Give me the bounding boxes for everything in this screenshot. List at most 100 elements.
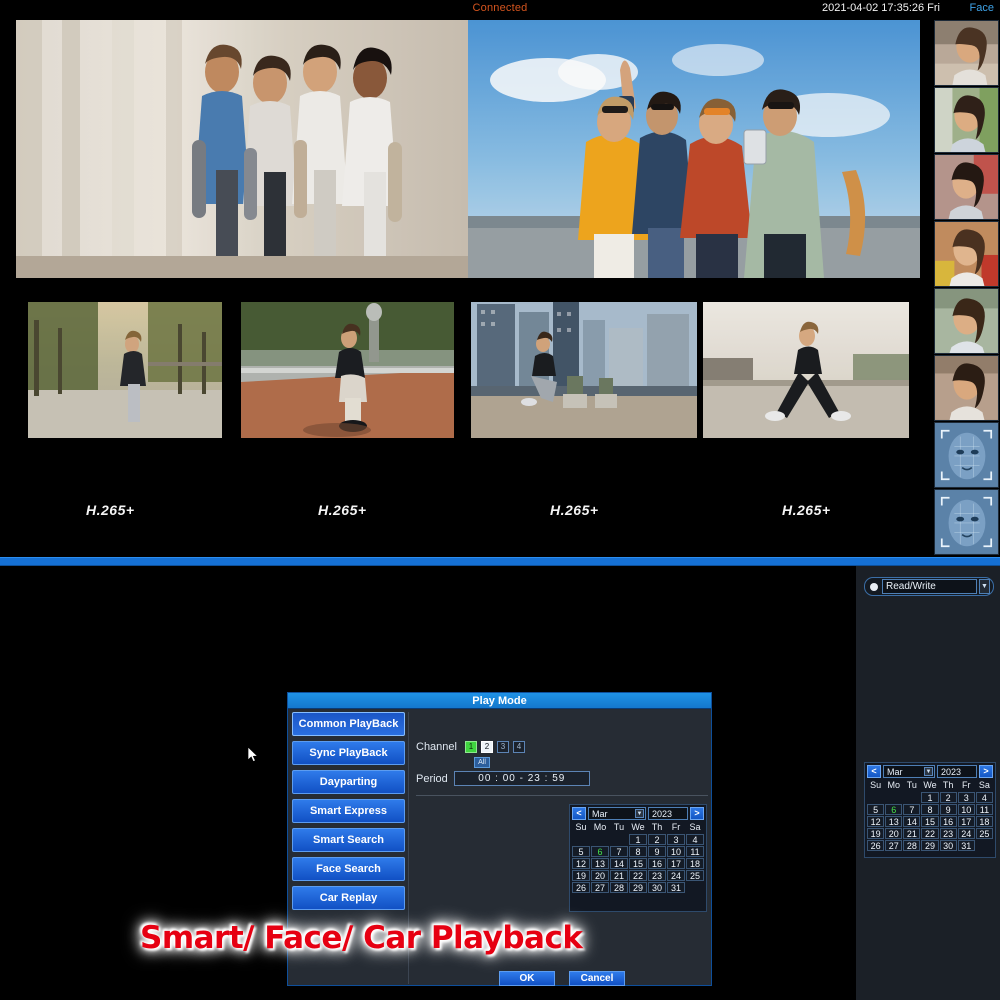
channel-checkbox-1[interactable]: 1 bbox=[465, 741, 477, 753]
channel-checkbox-2[interactable]: 2 bbox=[481, 741, 493, 753]
mode-button-smart-search[interactable]: Smart Search bbox=[292, 828, 405, 852]
calendar-day-20[interactable]: 20 bbox=[591, 870, 609, 881]
calendar-day-16[interactable]: 16 bbox=[940, 816, 957, 827]
period-input[interactable]: 00 : 00 - 23 : 59 bbox=[454, 771, 590, 786]
calendar-next-button[interactable]: > bbox=[690, 807, 704, 820]
calendar-month-select[interactable]: Mar ▼ bbox=[883, 765, 935, 778]
calendar-day-5[interactable]: 5 bbox=[572, 846, 590, 857]
calendar-day-15[interactable]: 15 bbox=[921, 816, 938, 827]
calendar-day-10[interactable]: 10 bbox=[958, 804, 975, 815]
calendar-day-4[interactable]: 4 bbox=[976, 792, 993, 803]
calendar-day-22[interactable]: 22 bbox=[629, 870, 647, 881]
calendar-day-31[interactable]: 31 bbox=[958, 840, 975, 851]
chevron-down-icon[interactable]: ▼ bbox=[635, 809, 644, 818]
calendar-day-4[interactable]: 4 bbox=[686, 834, 704, 845]
calendar-day-26[interactable]: 26 bbox=[572, 882, 590, 893]
calendar-day-14[interactable]: 14 bbox=[610, 858, 628, 869]
calendar-day-12[interactable]: 12 bbox=[867, 816, 884, 827]
calendar-day-26[interactable]: 26 bbox=[867, 840, 884, 851]
calendar-day-23[interactable]: 23 bbox=[940, 828, 957, 839]
dialog-calendar[interactable]: < Mar ▼ 2023 > SuMoTuWeThFrSa12345678910… bbox=[569, 804, 707, 912]
calendar-month-select[interactable]: Mar ▼ bbox=[588, 807, 646, 820]
calendar-day-1[interactable]: 1 bbox=[921, 792, 938, 803]
calendar-day-10[interactable]: 10 bbox=[667, 846, 685, 857]
calendar-day-17[interactable]: 17 bbox=[667, 858, 685, 869]
calendar-day-30[interactable]: 30 bbox=[648, 882, 666, 893]
video-pane-channel-3[interactable] bbox=[28, 302, 222, 438]
calendar-day-29[interactable]: 29 bbox=[629, 882, 647, 893]
channel-all-button[interactable]: All bbox=[474, 757, 490, 768]
calendar-day-11[interactable]: 11 bbox=[686, 846, 704, 857]
calendar-day-27[interactable]: 27 bbox=[885, 840, 902, 851]
calendar-day-17[interactable]: 17 bbox=[958, 816, 975, 827]
calendar-year-value[interactable]: 2023 bbox=[648, 807, 688, 820]
calendar-day-28[interactable]: 28 bbox=[903, 840, 920, 851]
calendar-day-9[interactable]: 9 bbox=[648, 846, 666, 857]
calendar-day-7[interactable]: 7 bbox=[610, 846, 628, 857]
calendar-day-18[interactable]: 18 bbox=[976, 816, 993, 827]
ok-button[interactable]: OK bbox=[499, 971, 555, 986]
mode-button-car-replay[interactable]: Car Replay bbox=[292, 886, 405, 910]
mode-button-smart-express[interactable]: Smart Express bbox=[292, 799, 405, 823]
calendar-day-20[interactable]: 20 bbox=[885, 828, 902, 839]
calendar-day-21[interactable]: 21 bbox=[903, 828, 920, 839]
video-pane-channel-2[interactable] bbox=[468, 20, 920, 278]
calendar-prev-button[interactable]: < bbox=[867, 765, 881, 778]
sidebar-calendar[interactable]: < Mar ▼ 2023 > SuMoTuWeThFrSa12345678910… bbox=[864, 762, 996, 858]
calendar-day-24[interactable]: 24 bbox=[667, 870, 685, 881]
mode-button-dayparting[interactable]: Dayparting bbox=[292, 770, 405, 794]
face-thumb-1[interactable] bbox=[934, 20, 999, 86]
calendar-day-27[interactable]: 27 bbox=[591, 882, 609, 893]
mode-button-sync-playback[interactable]: Sync PlayBack bbox=[292, 741, 405, 765]
face-thumb-6[interactable] bbox=[934, 355, 999, 421]
calendar-day-22[interactable]: 22 bbox=[921, 828, 938, 839]
calendar-day-13[interactable]: 13 bbox=[591, 858, 609, 869]
calendar-day-6[interactable]: 6 bbox=[591, 846, 609, 857]
calendar-day-23[interactable]: 23 bbox=[648, 870, 666, 881]
calendar-day-7[interactable]: 7 bbox=[903, 804, 920, 815]
chevron-down-icon[interactable]: ▼ bbox=[924, 767, 933, 776]
calendar-day-2[interactable]: 2 bbox=[648, 834, 666, 845]
cancel-button[interactable]: Cancel bbox=[569, 971, 625, 986]
face-thumb-4[interactable] bbox=[934, 221, 999, 287]
calendar-day-6[interactable]: 6 bbox=[885, 804, 902, 815]
calendar-day-31[interactable]: 31 bbox=[667, 882, 685, 893]
calendar-day-21[interactable]: 21 bbox=[610, 870, 628, 881]
calendar-day-3[interactable]: 3 bbox=[667, 834, 685, 845]
chevron-down-icon[interactable]: ▼ bbox=[979, 579, 990, 594]
calendar-prev-button[interactable]: < bbox=[572, 807, 586, 820]
face-thumb-8[interactable] bbox=[934, 489, 999, 555]
calendar-day-30[interactable]: 30 bbox=[940, 840, 957, 851]
video-pane-channel-6[interactable] bbox=[703, 302, 909, 438]
calendar-day-13[interactable]: 13 bbox=[885, 816, 902, 827]
calendar-year-value[interactable]: 2023 bbox=[937, 765, 977, 778]
calendar-day-11[interactable]: 11 bbox=[976, 804, 993, 815]
calendar-day-12[interactable]: 12 bbox=[572, 858, 590, 869]
calendar-day-15[interactable]: 15 bbox=[629, 858, 647, 869]
storage-mode-selector[interactable]: Read/Write ▼ bbox=[864, 577, 994, 596]
video-pane-channel-4[interactable] bbox=[241, 302, 454, 438]
calendar-day-18[interactable]: 18 bbox=[686, 858, 704, 869]
channel-checkbox-3[interactable]: 3 bbox=[497, 741, 509, 753]
calendar-day-19[interactable]: 19 bbox=[867, 828, 884, 839]
calendar-day-2[interactable]: 2 bbox=[940, 792, 957, 803]
channel-checkbox-4[interactable]: 4 bbox=[513, 741, 525, 753]
calendar-day-9[interactable]: 9 bbox=[940, 804, 957, 815]
calendar-day-16[interactable]: 16 bbox=[648, 858, 666, 869]
calendar-day-25[interactable]: 25 bbox=[686, 870, 704, 881]
calendar-day-28[interactable]: 28 bbox=[610, 882, 628, 893]
face-thumb-7[interactable] bbox=[934, 422, 999, 488]
calendar-day-5[interactable]: 5 bbox=[867, 804, 884, 815]
calendar-day-24[interactable]: 24 bbox=[958, 828, 975, 839]
calendar-next-button[interactable]: > bbox=[979, 765, 993, 778]
calendar-day-8[interactable]: 8 bbox=[921, 804, 938, 815]
calendar-day-8[interactable]: 8 bbox=[629, 846, 647, 857]
face-thumb-3[interactable] bbox=[934, 154, 999, 220]
face-thumb-5[interactable] bbox=[934, 288, 999, 354]
video-pane-channel-5[interactable] bbox=[471, 302, 697, 438]
calendar-day-19[interactable]: 19 bbox=[572, 870, 590, 881]
mode-button-face-search[interactable]: Face Search bbox=[292, 857, 405, 881]
calendar-day-29[interactable]: 29 bbox=[921, 840, 938, 851]
face-thumb-2[interactable] bbox=[934, 87, 999, 153]
video-pane-channel-1[interactable] bbox=[16, 20, 468, 278]
